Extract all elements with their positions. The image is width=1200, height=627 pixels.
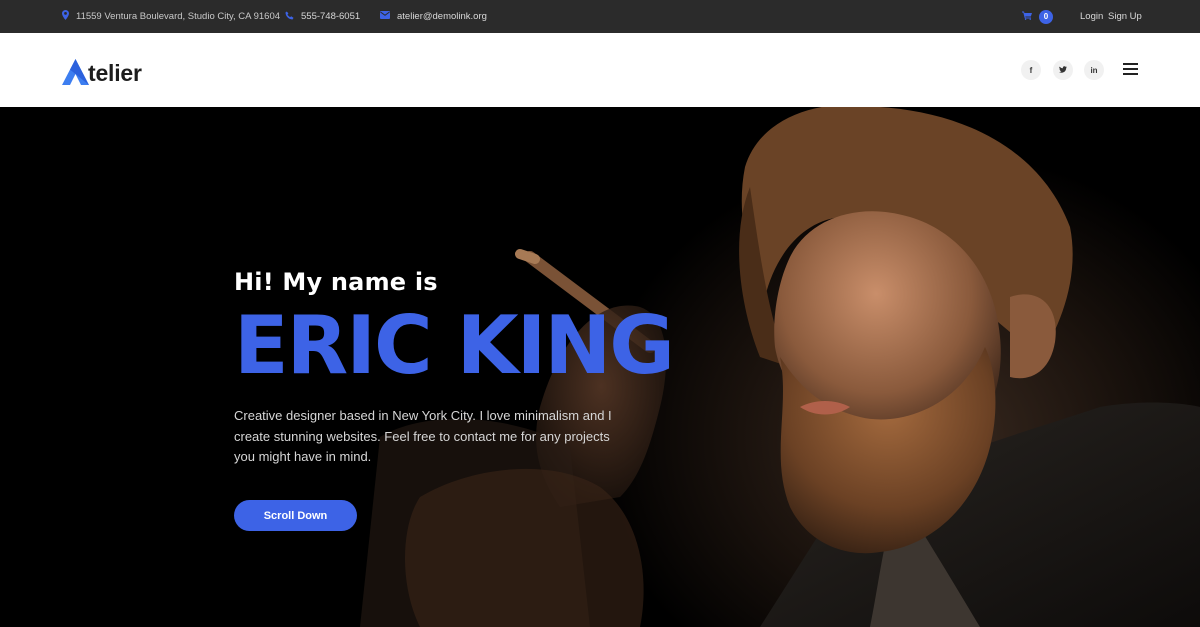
hamburger-icon-line-2 — [1123, 68, 1138, 70]
hamburger-icon-line-3 — [1123, 73, 1138, 75]
signup-item[interactable]: Sign Up — [1108, 0, 1142, 33]
signup-link[interactable]: Sign Up — [1108, 11, 1142, 22]
logo[interactable]: telier — [62, 55, 142, 85]
location-icon — [62, 10, 69, 23]
twitter-button[interactable] — [1053, 60, 1073, 80]
mail-icon — [380, 11, 390, 22]
phone-item[interactable]: 555-748-6051 — [285, 0, 360, 33]
address-text: 11559 Ventura Boulevard, Studio City, CA… — [76, 11, 281, 22]
site-header: telier f in — [0, 33, 1200, 107]
linkedin-icon: in — [1090, 65, 1098, 75]
hamburger-icon-line-1 — [1123, 63, 1138, 65]
email-item[interactable]: atelier@demolink.org — [380, 0, 487, 33]
login-link[interactable]: Login — [1080, 11, 1103, 22]
logo-text: telier — [88, 60, 142, 86]
top-bar: 11559 Ventura Boulevard, Studio City, CA… — [0, 0, 1200, 33]
email-link[interactable]: atelier@demolink.org — [397, 11, 487, 22]
phone-icon — [285, 10, 294, 23]
twitter-icon — [1059, 65, 1067, 75]
menu-toggle-button[interactable] — [1123, 63, 1138, 75]
facebook-button[interactable]: f — [1021, 60, 1041, 80]
hero-greeting: Hi! My name is — [234, 268, 438, 296]
phone-link[interactable]: 555-748-6051 — [301, 11, 360, 22]
logo-mark-icon — [62, 59, 89, 85]
hero-description: Creative designer based in New York City… — [234, 408, 612, 464]
hero-section: Hi! My name is ERIC KING Creative design… — [0, 107, 1200, 627]
login-item[interactable]: Login — [1080, 0, 1103, 33]
hero-name: ERIC KING — [234, 299, 675, 392]
cart-icon — [1022, 11, 1032, 23]
address-item: 11559 Ventura Boulevard, Studio City, CA… — [62, 0, 280, 33]
cart-count-badge: 0 — [1039, 9, 1053, 24]
cart-button[interactable]: 0 — [1022, 0, 1053, 33]
facebook-icon: f — [1029, 65, 1033, 75]
linkedin-button[interactable]: in — [1084, 60, 1104, 80]
scroll-down-button[interactable]: Scroll Down — [234, 500, 357, 531]
